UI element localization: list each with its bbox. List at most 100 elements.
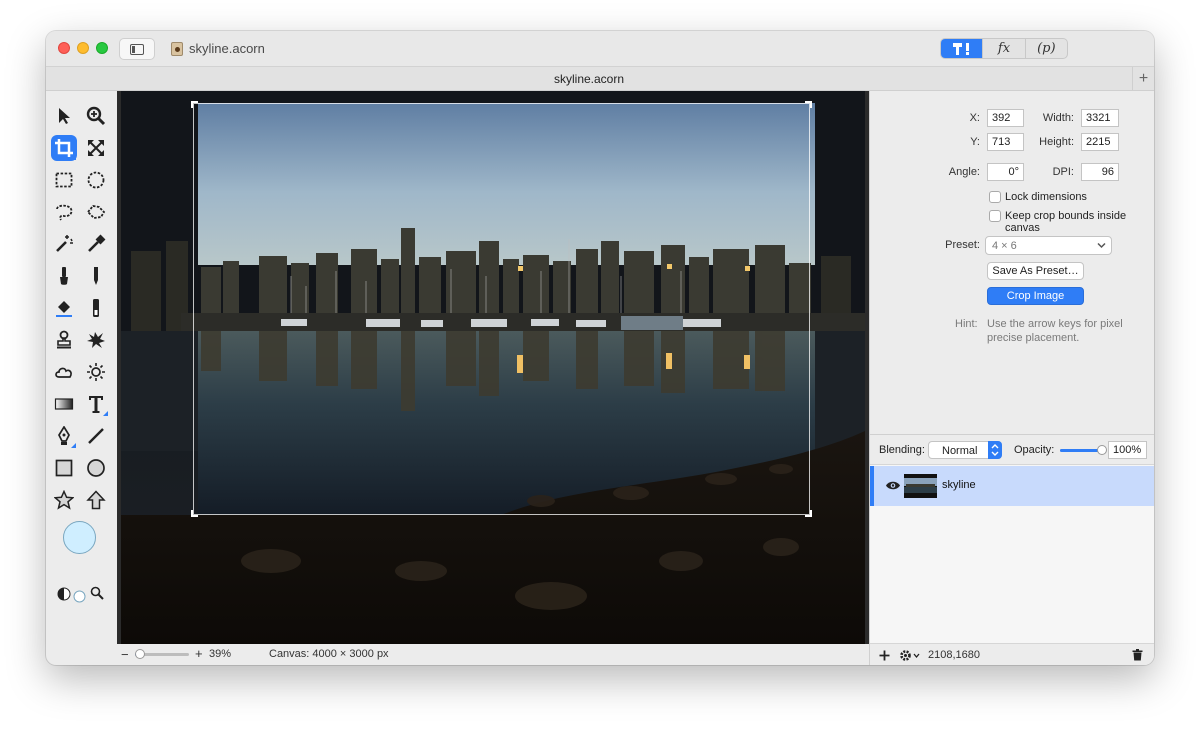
ellipse-marquee-tool[interactable] [83, 167, 109, 193]
sun-icon [87, 363, 105, 381]
keep-bounds-label: Keep crop bounds inside canvas [1005, 210, 1127, 234]
text-tool[interactable] [83, 391, 109, 417]
x-field[interactable] [987, 109, 1024, 127]
minimize-window-button[interactable] [77, 42, 89, 54]
gradient-tool[interactable] [51, 391, 77, 417]
magic-wand-tool[interactable] [51, 231, 77, 257]
pen-tool[interactable] [51, 423, 77, 449]
cursor-coordinates: 2108,1680 [928, 649, 980, 661]
height-label: Height: [1039, 136, 1074, 148]
width-field[interactable] [1081, 109, 1119, 127]
tools-palette [46, 91, 117, 644]
oval-tool[interactable] [83, 455, 109, 481]
crop-image-button[interactable]: Crop Image [987, 287, 1084, 305]
title-bar: skyline.acorn fx (p) [46, 31, 1154, 67]
gear-icon[interactable] [899, 649, 921, 662]
cloud-icon [55, 367, 72, 378]
y-field[interactable] [987, 133, 1024, 151]
smudge-tool[interactable] [83, 327, 109, 353]
canvas-viewport[interactable] [117, 91, 869, 644]
dpi-field[interactable] [1081, 163, 1119, 181]
color-select-tool[interactable] [83, 231, 109, 257]
brush-icon [60, 267, 68, 285]
eye-icon[interactable] [885, 480, 901, 491]
toggle-sidebar-button[interactable] [119, 38, 155, 60]
stamp-icon [57, 330, 71, 349]
gradient-icon [54, 398, 74, 410]
trash-icon[interactable] [1132, 649, 1143, 661]
arrow-shape-tool[interactable] [83, 487, 109, 513]
crop-frame[interactable] [191, 101, 812, 517]
rectangle-tool[interactable] [51, 455, 77, 481]
move-tool[interactable] [51, 103, 77, 129]
crop-handle-top-right[interactable] [805, 101, 812, 108]
color-picker-magnifier-icon[interactable] [90, 586, 104, 600]
clone-tool[interactable] [51, 327, 77, 353]
height-field[interactable] [1081, 133, 1119, 151]
add-layer-icon[interactable] [879, 650, 890, 661]
blending-stepper-icon [988, 441, 1002, 459]
line-tool[interactable] [83, 423, 109, 449]
brush-tool[interactable] [51, 263, 77, 289]
opacity-field[interactable] [1108, 441, 1147, 459]
hint-text-line-2: precise placement. [987, 332, 1080, 344]
add-tab-button[interactable]: + [1132, 67, 1154, 91]
tab-document[interactable]: skyline.acorn [46, 72, 1132, 86]
tab-properties[interactable]: (p) [1026, 39, 1067, 58]
transform-tool[interactable] [83, 135, 109, 161]
crop-handle-bottom-left[interactable] [191, 510, 198, 517]
default-colors-icon[interactable] [57, 587, 71, 601]
keep-bounds-checkbox[interactable] [989, 210, 1001, 222]
lasso-tool[interactable] [51, 199, 77, 225]
polygon-lasso-tool[interactable] [83, 199, 109, 225]
crop-handle-bottom-right[interactable] [805, 510, 812, 517]
dodge-tool[interactable] [83, 359, 109, 385]
acorn-document-icon [171, 41, 183, 56]
pencil-tool[interactable] [83, 263, 109, 289]
preset-dropdown[interactable]: 4 × 6 [985, 236, 1112, 255]
lasso-icon [56, 204, 73, 221]
tools-icon [952, 42, 969, 55]
zoom-tool[interactable] [83, 103, 109, 129]
sidebar-icon [130, 43, 144, 55]
hint-text-line-1: Use the arrow keys for pixel [987, 318, 1123, 330]
layer-row[interactable]: skyline [870, 466, 1154, 506]
dpi-label: DPI: [1052, 166, 1074, 178]
save-as-preset-button[interactable]: Save As Preset… [987, 262, 1084, 280]
star-icon [54, 490, 74, 510]
crop-handle-top-left[interactable] [191, 101, 198, 108]
color-wand-icon [88, 234, 106, 252]
zoom-out-button[interactable]: − [121, 647, 129, 662]
burn-tool[interactable] [51, 359, 77, 385]
rect-marquee-tool[interactable] [51, 167, 77, 193]
width-label: Width: [1042, 112, 1074, 124]
zoom-in-button[interactable]: + [195, 646, 203, 661]
fill-tool[interactable] [51, 295, 77, 321]
tab-tools[interactable] [941, 39, 984, 58]
zoom-window-button[interactable] [96, 42, 108, 54]
zoom-slider[interactable] [135, 649, 189, 659]
opacity-slider[interactable] [1060, 445, 1107, 455]
opacity-slider-fill [1060, 449, 1102, 452]
arrow-pointer-icon [59, 108, 70, 124]
crop-tool[interactable] [51, 135, 77, 161]
magic-wand-icon [56, 235, 73, 252]
star-tool[interactable] [51, 487, 77, 513]
angle-field[interactable] [987, 163, 1024, 181]
document-title: skyline.acorn [171, 41, 265, 56]
close-window-button[interactable] [58, 42, 70, 54]
crop-inspector: X: Width: Y: Height: Angle: DPI: Lock di… [869, 91, 1154, 434]
chevron-down-icon [1097, 242, 1106, 249]
lock-dimensions-checkbox[interactable] [989, 191, 1001, 203]
eraser-tool[interactable] [83, 295, 109, 321]
rect-selection-icon [55, 172, 73, 188]
splat-icon [87, 332, 105, 348]
tab-filters[interactable]: fx [983, 39, 1026, 58]
preset-value: 4 × 6 [992, 240, 1017, 252]
background-color-swatch[interactable] [73, 590, 86, 603]
foreground-color-swatch[interactable] [63, 521, 96, 554]
zoom-slider-knob[interactable] [135, 649, 145, 659]
blending-dropdown[interactable]: Normal [928, 441, 1002, 459]
expand-arrows-icon [88, 140, 104, 156]
opacity-slider-knob[interactable] [1097, 445, 1107, 455]
